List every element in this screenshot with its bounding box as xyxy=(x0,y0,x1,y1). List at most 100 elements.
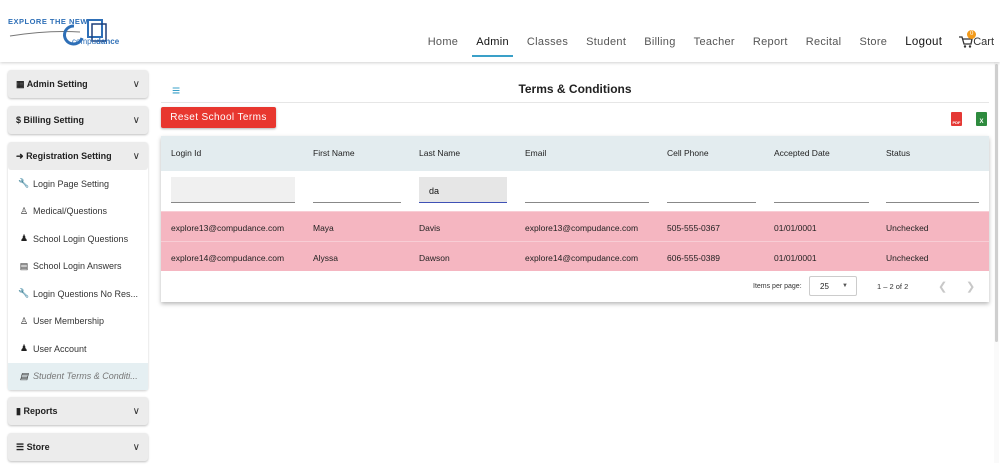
filter-status-input[interactable] xyxy=(886,177,979,203)
items-per-page-label: Items per page: xyxy=(753,283,802,290)
chevron-down-icon: ∨ xyxy=(132,78,140,90)
filter-login-id-input[interactable] xyxy=(171,177,295,203)
terms-table: Login Id First Name Last Name Email Cell… xyxy=(161,136,989,302)
caret-down-icon: ▼ xyxy=(842,283,848,289)
filter-accepted-date-input[interactable] xyxy=(774,177,869,203)
cell-login-id: explore14@compudance.com xyxy=(171,253,285,263)
list-icon: ▤ xyxy=(19,260,29,271)
cell-last-name: Dawson xyxy=(419,253,450,263)
cart-button[interactable]: 0 Cart xyxy=(959,30,994,48)
list-icon: ▤ xyxy=(19,370,29,381)
page-size-select[interactable]: 25 ▼ xyxy=(809,276,857,296)
logo-tagline: EXPLORE THE NEW xyxy=(8,17,89,26)
sidebar-admin-setting-label: ▦ Admin Setting xyxy=(16,79,88,90)
page-range-label: 1 – 2 of 2 xyxy=(877,282,909,291)
sidebar-item-user-account[interactable]: ♟ User Account xyxy=(8,335,148,363)
sidebar-item-student-terms[interactable]: ▤ Student Terms & Conditi... xyxy=(8,362,148,390)
cell-email: explore13@compudance.com xyxy=(525,223,639,233)
filter-last-name-input[interactable]: da xyxy=(419,177,507,203)
sidebar-billing-setting[interactable]: $ Billing Setting ∨ xyxy=(8,106,148,134)
nav-report[interactable]: Report xyxy=(753,36,788,48)
sidebar-item-label: Login Questions No Res... xyxy=(33,288,139,299)
cart-label: Cart xyxy=(973,36,994,48)
sidebar-item-label: Medical/Questions xyxy=(33,206,108,217)
cell-first-name: Maya xyxy=(313,223,334,233)
sidebar-item-user-membership[interactable]: ♙ User Membership xyxy=(8,308,148,336)
compudance-logo[interactable]: EXPLORE THE NEW compudance xyxy=(8,10,138,50)
excel-label: X xyxy=(979,119,984,125)
header-status[interactable]: Status xyxy=(886,148,910,158)
users-icon: ♟ xyxy=(19,343,29,354)
dollar-icon: $ xyxy=(16,115,22,125)
cell-first-name: Alyssa xyxy=(313,253,339,263)
sidebar-item-label: User Account xyxy=(33,343,87,354)
registration-setting-text: Registration Setting xyxy=(26,150,112,161)
store-text: Store xyxy=(26,441,50,452)
header-accepted-date[interactable]: Accepted Date xyxy=(774,148,830,158)
filter-row: da xyxy=(161,171,989,211)
sidebar-admin-setting[interactable]: ▦ Admin Setting ∨ xyxy=(8,70,148,98)
cell-last-name: Davis xyxy=(419,223,441,233)
header-first-name[interactable]: First Name xyxy=(313,148,355,158)
page-title: Terms & Conditions xyxy=(518,82,632,96)
sidebar: ▦ Admin Setting ∨ $ Billing Setting ∨ ➜ … xyxy=(8,70,148,469)
sidebar-registration-group: ➜ Registration Setting ∨ 🔧 Login Page Se… xyxy=(8,142,148,390)
nav-home[interactable]: Home xyxy=(428,36,459,48)
nav-store[interactable]: Store xyxy=(859,36,887,48)
page-scrollbar[interactable] xyxy=(994,62,999,463)
header-last-name[interactable]: Last Name xyxy=(419,148,460,158)
filter-email-input[interactable] xyxy=(525,177,649,203)
sidebar-item-school-login-questions[interactable]: ♟ School Login Questions xyxy=(8,225,148,253)
sidebar-item-medical-questions[interactable]: ♙ Medical/Questions xyxy=(8,198,148,226)
nav-student[interactable]: Student xyxy=(586,36,626,48)
next-page-button[interactable]: ❯ xyxy=(966,280,975,293)
sidebar-registration-setting[interactable]: ➜ Registration Setting ∨ xyxy=(8,142,148,170)
grid-icon: ▦ xyxy=(16,78,25,89)
table-row[interactable]: explore13@compudance.com Maya Davis expl… xyxy=(161,211,989,241)
logout-button[interactable]: Logout xyxy=(905,36,942,48)
previous-page-button[interactable]: ❮ xyxy=(938,280,947,293)
sign-in-icon: ➜ xyxy=(16,150,24,161)
sidebar-item-label: School Login Questions xyxy=(33,233,129,244)
nav-teacher[interactable]: Teacher xyxy=(694,36,735,48)
cart-icon: ☰ xyxy=(16,441,25,452)
filter-cell-phone-input[interactable] xyxy=(667,177,756,203)
bar-chart-icon: ▮ xyxy=(16,405,21,416)
reset-school-terms-button[interactable]: Reset School Terms xyxy=(161,107,276,128)
sidebar-store[interactable]: ☰ Store ∨ xyxy=(8,433,148,461)
chevron-down-icon: ∨ xyxy=(132,405,140,417)
billing-setting-text: Billing Setting xyxy=(23,115,85,125)
main-nav: Home Admin Classes Student Billing Teach… xyxy=(419,30,1000,57)
scrollbar-thumb[interactable] xyxy=(995,64,998,342)
sidebar-item-login-page-setting[interactable]: 🔧 Login Page Setting xyxy=(8,170,148,198)
page-size-value: 25 xyxy=(820,282,829,291)
sidebar-store-label: ☰ Store xyxy=(16,442,50,453)
logo-brand: compudance xyxy=(72,37,119,46)
nav-billing[interactable]: Billing xyxy=(644,36,675,48)
nav-classes[interactable]: Classes xyxy=(527,36,568,48)
cell-status: Unchecked xyxy=(886,253,929,263)
sidebar-item-login-questions-no-response[interactable]: 🔧 Login Questions No Res... xyxy=(8,280,148,308)
wrench-icon: 🔧 xyxy=(18,178,30,189)
nav-admin[interactable]: Admin xyxy=(472,36,513,57)
nav-recital[interactable]: Recital xyxy=(806,36,842,48)
export-excel-icon[interactable]: X xyxy=(976,112,987,126)
export-pdf-icon[interactable]: PDF xyxy=(951,112,962,126)
header-login-id[interactable]: Login Id xyxy=(171,148,201,158)
cell-cell-phone: 606-555-0389 xyxy=(667,253,720,263)
chevron-down-icon: ∨ xyxy=(132,150,140,162)
sidebar-item-label: Login Page Setting xyxy=(33,178,110,189)
filter-first-name-input[interactable] xyxy=(313,177,401,203)
logo-brand-prefix: compu xyxy=(72,37,97,46)
sidebar-item-school-login-answers[interactable]: ▤ School Login Answers xyxy=(8,253,148,281)
header-email[interactable]: Email xyxy=(525,148,546,158)
wrench-icon: 🔧 xyxy=(18,288,30,299)
sidebar-reports[interactable]: ▮ Reports ∨ xyxy=(8,397,148,425)
table-row[interactable]: explore14@compudance.com Alyssa Dawson e… xyxy=(161,241,989,271)
user-icon: ♙ xyxy=(19,205,29,216)
sidebar-item-label: School Login Answers xyxy=(33,261,122,272)
header-cell-phone[interactable]: Cell Phone xyxy=(667,148,709,158)
cell-login-id: explore13@compudance.com xyxy=(171,223,285,233)
reports-text: Reports xyxy=(23,405,58,416)
cell-accepted-date: 01/01/0001 xyxy=(774,253,817,263)
